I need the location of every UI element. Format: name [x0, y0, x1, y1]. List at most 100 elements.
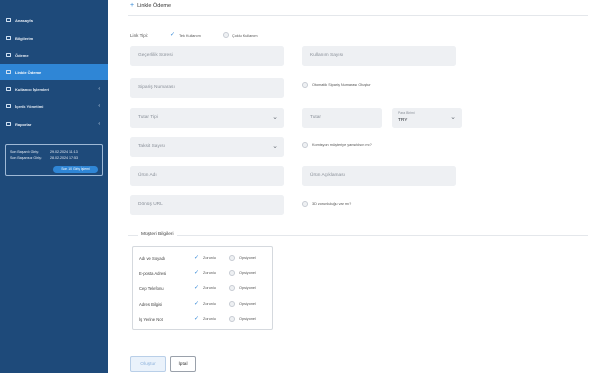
- optional-radio[interactable]: [229, 255, 235, 261]
- chevron-left-icon: ‹: [98, 86, 100, 92]
- three-d-label: 3D zorunluluğu var mı?: [312, 202, 352, 206]
- amount-placeholder: Tutar: [310, 115, 322, 120]
- return-url-field[interactable]: Dönüş URL: [130, 195, 284, 215]
- sidebar-item-label: Raporlar: [15, 121, 32, 127]
- sidebar-item-home[interactable]: Anasayfa: [0, 12, 108, 28]
- customer-row-label: E-posta Adresi: [139, 271, 167, 276]
- order-number-placeholder: Sipariş Numarası: [138, 85, 175, 90]
- optional-radio[interactable]: [229, 270, 235, 276]
- usage-count-field[interactable]: Kullanım Sayısı: [302, 46, 456, 66]
- link-type-single-label[interactable]: Tek Kullanım: [179, 34, 201, 38]
- product-name-field[interactable]: Ürün Adı: [130, 166, 284, 186]
- auto-order-label: Otomatik Sipariş Numarası Oluştur: [312, 83, 371, 87]
- link-type-multi-radio[interactable]: [223, 32, 229, 38]
- sidebar-item-label: İçerik Yönetimi: [15, 103, 44, 109]
- sidebar-item-label: Ödeme: [15, 52, 29, 58]
- optional-radio[interactable]: [229, 301, 235, 307]
- check-icon[interactable]: ✓: [194, 270, 199, 276]
- chevron-down-icon: ⌄: [450, 114, 456, 121]
- last-fail-value: 28.02.2024 17:53: [50, 156, 78, 160]
- currency-label: Para Birimi: [398, 111, 415, 115]
- customer-row: Adı ve Soyadı ✓ Zorunlu Opsiyonel: [133, 251, 274, 265]
- check-icon[interactable]: ✓: [194, 316, 199, 322]
- card-icon: [6, 53, 11, 57]
- customer-info-title: Müşteri Bilgileri: [138, 232, 177, 237]
- chevron-left-icon: ‹: [98, 103, 100, 109]
- sidebar-item-link-payment[interactable]: Linkle Ödeme: [0, 64, 108, 80]
- page-title: Linkle Ödeme: [137, 2, 172, 9]
- required-label: Zorunlu: [203, 256, 216, 260]
- installment-placeholder: Taksit Sayısı: [138, 144, 165, 149]
- usage-count-placeholder: Kullanım Sayısı: [310, 53, 344, 58]
- optional-label: Opsiyonel: [239, 317, 256, 321]
- chevron-left-icon: ‹: [98, 121, 100, 127]
- order-number-field[interactable]: Sipariş Numarası: [130, 78, 284, 98]
- customer-row: E-posta Adresi ✓ Zorunlu Opsiyonel: [133, 266, 274, 280]
- commission-radio[interactable]: [302, 142, 308, 148]
- link-icon: [6, 70, 11, 74]
- check-icon[interactable]: ✓: [170, 32, 175, 38]
- optional-label: Opsiyonel: [239, 271, 256, 275]
- report-icon: [6, 122, 11, 126]
- required-label: Zorunlu: [203, 286, 216, 290]
- check-icon[interactable]: ✓: [194, 255, 199, 261]
- last-fail-row: Son Başarısız Giriş: 28.02.2024 17:53: [10, 156, 78, 160]
- sidebar-item-content[interactable]: İçerik Yönetimi ‹: [0, 98, 108, 114]
- check-icon[interactable]: ✓: [194, 301, 199, 307]
- last-fail-label: Son Başarısız Giriş:: [10, 156, 42, 160]
- required-label: Zorunlu: [203, 271, 216, 275]
- users-icon: [6, 87, 11, 91]
- optional-radio[interactable]: [229, 316, 235, 322]
- login-history-button[interactable]: Son 10 Giriş İşlemi: [53, 166, 98, 173]
- sidebar-item-payment[interactable]: Ödeme: [0, 47, 108, 63]
- user-icon: [6, 36, 11, 40]
- currency-select[interactable]: Para Birimi TRY ⌄: [392, 108, 462, 128]
- commission-option[interactable]: Komisyon müşteriye yansıtılsın mı?: [302, 142, 372, 148]
- customer-info-box: Adı ve Soyadı ✓ Zorunlu Opsiyonel E-post…: [132, 246, 273, 330]
- customer-row-label: İş Yerine Not: [139, 317, 163, 322]
- three-d-option[interactable]: 3D zorunluluğu var mı?: [302, 201, 351, 207]
- login-info-box: Son Başarılı Giriş: 29.02.2024 11:13 Son…: [5, 144, 103, 176]
- validity-period-field[interactable]: Geçerlilik Süresi: [130, 46, 284, 66]
- customer-row: İş Yerine Not ✓ Zorunlu Opsiyonel: [133, 312, 274, 326]
- return-url-placeholder: Dönüş URL: [138, 202, 163, 207]
- header-divider: [128, 15, 588, 16]
- optional-radio[interactable]: [229, 285, 235, 291]
- currency-value: TRY: [398, 118, 408, 123]
- submit-button[interactable]: Oluştur: [130, 356, 166, 372]
- sidebar-item-reports[interactable]: Raporlar ‹: [0, 116, 108, 132]
- last-success-label: Son Başarılı Giriş:: [10, 150, 39, 154]
- amount-type-placeholder: Tutar Tipi: [138, 115, 158, 120]
- sidebar-item-label: Kullanıcı İşlemleri: [15, 86, 50, 92]
- plus-icon: +: [130, 2, 135, 9]
- sidebar-item-profile[interactable]: Bilgilerim: [0, 30, 108, 46]
- chevron-down-icon: ⌄: [272, 143, 278, 150]
- link-type-multi-label[interactable]: Çoklu Kullanım: [232, 34, 258, 38]
- optional-label: Opsiyonel: [239, 256, 256, 260]
- page-header: + Linkle Ödeme: [130, 2, 171, 9]
- product-desc-field[interactable]: Ürün Açıklaması: [302, 166, 456, 186]
- auto-order-radio[interactable]: [302, 82, 308, 88]
- customer-row-label: Cep Telefonu: [139, 286, 164, 291]
- three-d-radio[interactable]: [302, 201, 308, 207]
- amount-field[interactable]: Tutar: [302, 108, 382, 128]
- cancel-button[interactable]: İptal: [170, 356, 196, 372]
- sidebar: Anasayfa Bilgilerim Ödeme Linkle Ödeme K…: [0, 0, 108, 373]
- link-type-label: Link Tipi:: [130, 33, 149, 38]
- home-icon: [6, 18, 11, 22]
- optional-label: Opsiyonel: [239, 302, 256, 306]
- installment-select[interactable]: Taksit Sayısı ⌄: [130, 137, 284, 157]
- check-icon[interactable]: ✓: [194, 285, 199, 291]
- customer-row-label: Adres Bilgisi: [139, 302, 163, 307]
- optional-label: Opsiyonel: [239, 286, 256, 290]
- content-icon: [6, 104, 11, 108]
- auto-order-option[interactable]: Otomatik Sipariş Numarası Oluştur: [302, 82, 371, 88]
- amount-type-select[interactable]: Tutar Tipi ⌄: [130, 108, 284, 128]
- product-name-placeholder: Ürün Adı: [138, 173, 157, 178]
- sidebar-item-label: Bilgilerim: [15, 35, 34, 41]
- sidebar-item-label: Linkle Ödeme: [15, 69, 42, 75]
- commission-label: Komisyon müşteriye yansıtılsın mı?: [312, 143, 372, 147]
- sidebar-item-user-ops[interactable]: Kullanıcı İşlemleri ‹: [0, 81, 108, 97]
- validity-period-placeholder: Geçerlilik Süresi: [138, 53, 173, 58]
- required-label: Zorunlu: [203, 302, 216, 306]
